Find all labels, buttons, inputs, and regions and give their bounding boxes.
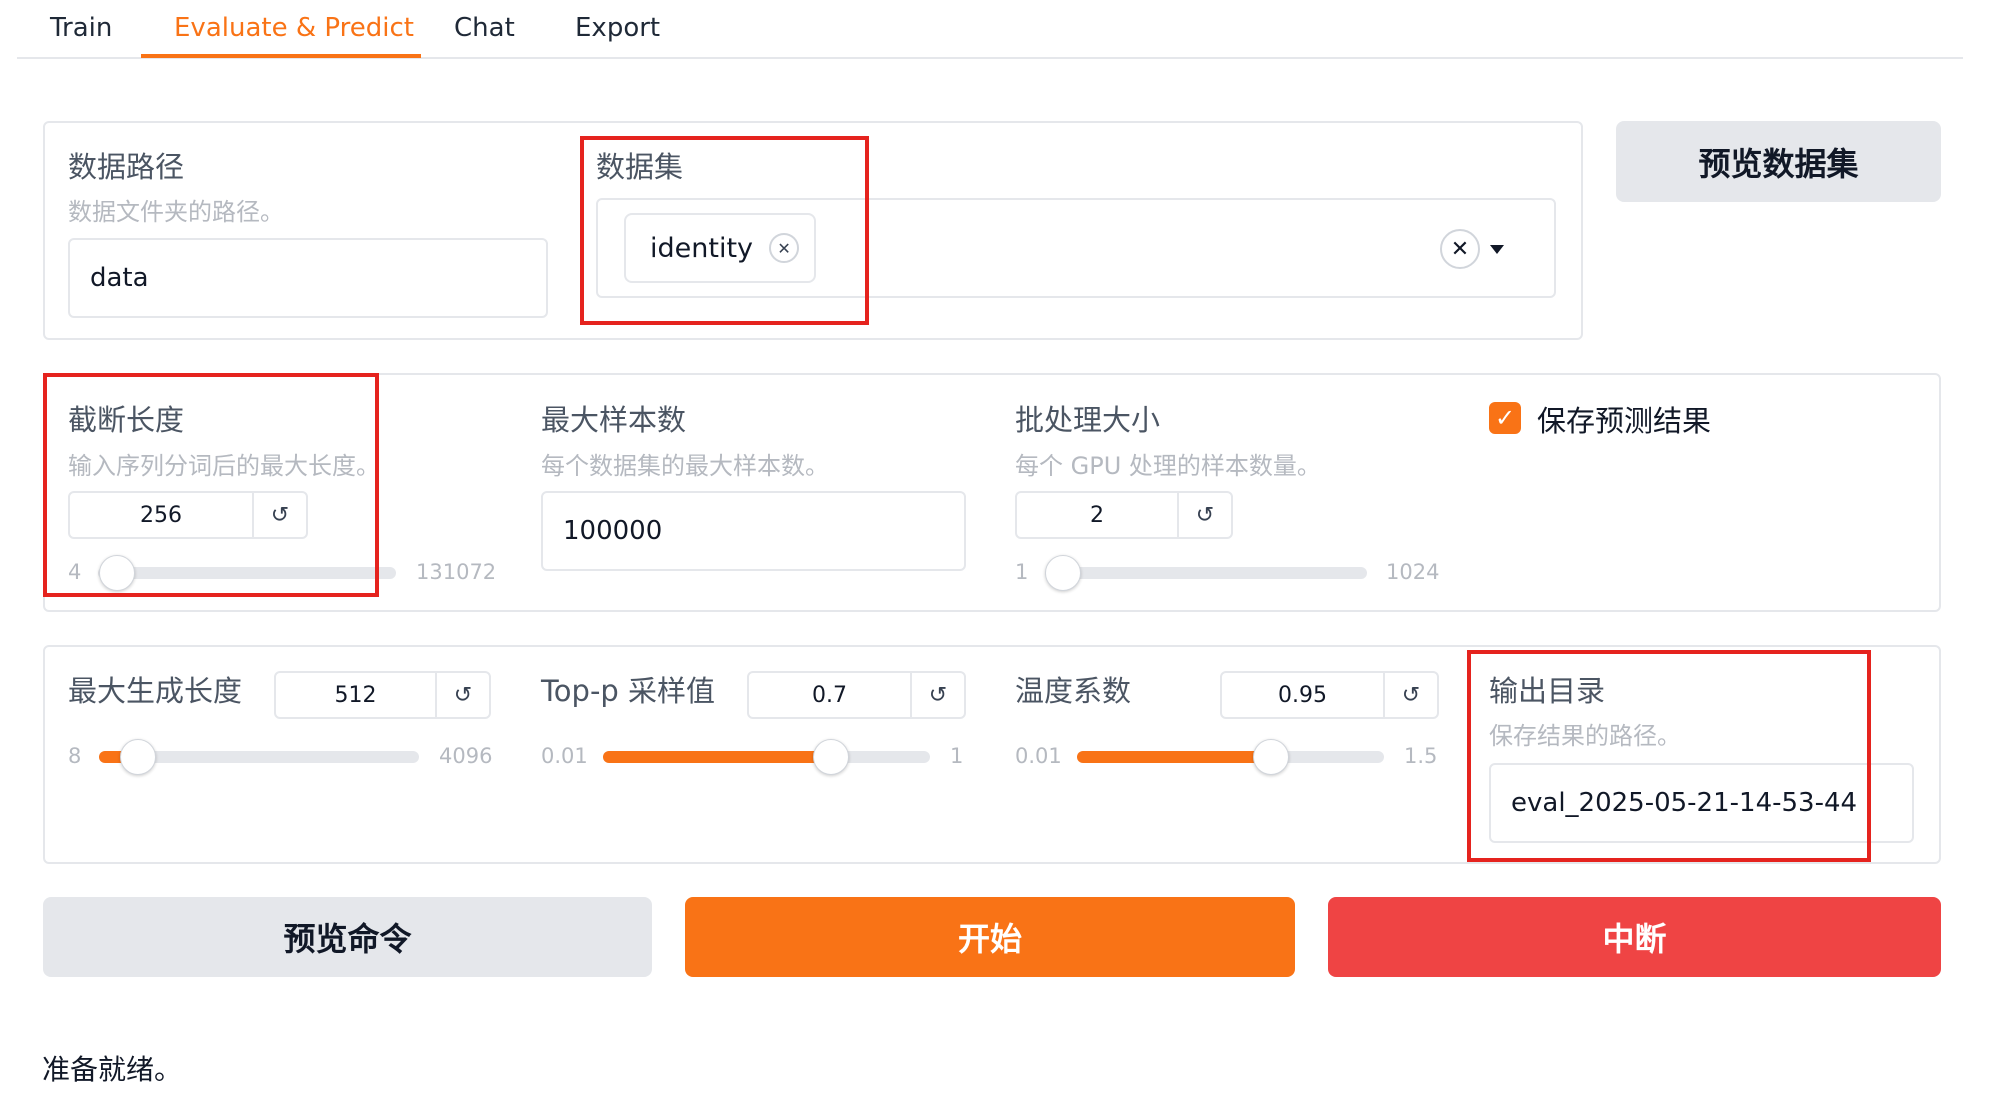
reset-icon[interactable]: ↺ — [912, 673, 964, 717]
batch-size-value[interactable]: 2 — [1017, 493, 1179, 537]
temperature-number[interactable]: 0.95 ↺ — [1220, 671, 1439, 719]
reset-icon[interactable]: ↺ — [1385, 673, 1437, 717]
clear-selection-icon[interactable]: ✕ — [1440, 229, 1480, 269]
active-tab-indicator — [141, 54, 421, 58]
highlight-cutoff-len — [43, 373, 379, 597]
temperature-slider-knob[interactable] — [1252, 739, 1289, 775]
max-new-tokens-number[interactable]: 512 ↺ — [274, 671, 491, 719]
max-new-tokens-min: 8 — [68, 744, 82, 768]
temperature-min: 0.01 — [1015, 744, 1062, 768]
reset-icon[interactable]: ↺ — [437, 673, 489, 717]
data-dir-info: 数据文件夹的路径。 — [68, 198, 284, 226]
top-p-number[interactable]: 0.7 ↺ — [747, 671, 966, 719]
predict-checkbox[interactable]: ✓ — [1489, 402, 1521, 434]
tab-export[interactable]: Export — [575, 10, 660, 54]
top-p-slider-knob[interactable] — [812, 739, 849, 775]
start-button[interactable]: 开始 — [685, 897, 1295, 977]
data-dir-input[interactable]: data — [68, 238, 548, 318]
temperature-value[interactable]: 0.95 — [1222, 673, 1385, 717]
max-new-tokens-max: 4096 — [439, 744, 493, 768]
top-p-label: Top-p 采样值 — [541, 674, 716, 708]
batch-size-info: 每个 GPU 处理的样本数量。 — [1015, 452, 1321, 480]
tab-train[interactable]: Train — [50, 10, 112, 54]
highlight-dataset — [580, 136, 869, 325]
temperature-slider-fill — [1077, 751, 1271, 763]
top-p-max: 1 — [950, 744, 964, 768]
preview-command-button[interactable]: 预览命令 — [43, 897, 652, 977]
temperature-slider-track[interactable] — [1077, 751, 1384, 763]
temperature-label: 温度系数 — [1015, 674, 1132, 708]
stop-button[interactable]: 中断 — [1328, 897, 1941, 977]
max-new-tokens-value[interactable]: 512 — [276, 673, 437, 717]
batch-size-number[interactable]: 2 ↺ — [1015, 491, 1233, 539]
top-p-value[interactable]: 0.7 — [749, 673, 912, 717]
chevron-down-icon[interactable] — [1490, 245, 1504, 254]
batch-size-label: 批处理大小 — [1015, 403, 1161, 437]
highlight-output-dir — [1467, 650, 1871, 862]
max-new-tokens-label: 最大生成长度 — [68, 674, 243, 708]
cutoff-len-max: 131072 — [416, 560, 497, 584]
data-dir-label: 数据路径 — [68, 150, 185, 184]
max-samples-input[interactable]: 100000 — [541, 491, 966, 571]
max-samples-label: 最大样本数 — [541, 403, 687, 437]
preview-dataset-button[interactable]: 预览数据集 — [1616, 121, 1941, 202]
temperature-max: 1.5 — [1404, 744, 1438, 768]
tab-evaluate-predict[interactable]: Evaluate & Predict — [174, 10, 414, 54]
batch-size-slider-track[interactable] — [1045, 567, 1367, 579]
predict-label[interactable]: 保存预测结果 — [1537, 398, 1711, 440]
top-p-slider-track[interactable] — [603, 751, 930, 763]
tab-chat[interactable]: Chat — [454, 10, 515, 54]
status-text: 准备就绪。 — [42, 1053, 183, 1086]
max-samples-info: 每个数据集的最大样本数。 — [541, 452, 829, 480]
top-p-min: 0.01 — [541, 744, 588, 768]
reset-icon[interactable]: ↺ — [1179, 493, 1231, 537]
batch-size-max: 1024 — [1386, 560, 1440, 584]
top-p-slider-fill — [603, 751, 831, 763]
batch-size-min: 1 — [1015, 560, 1029, 584]
